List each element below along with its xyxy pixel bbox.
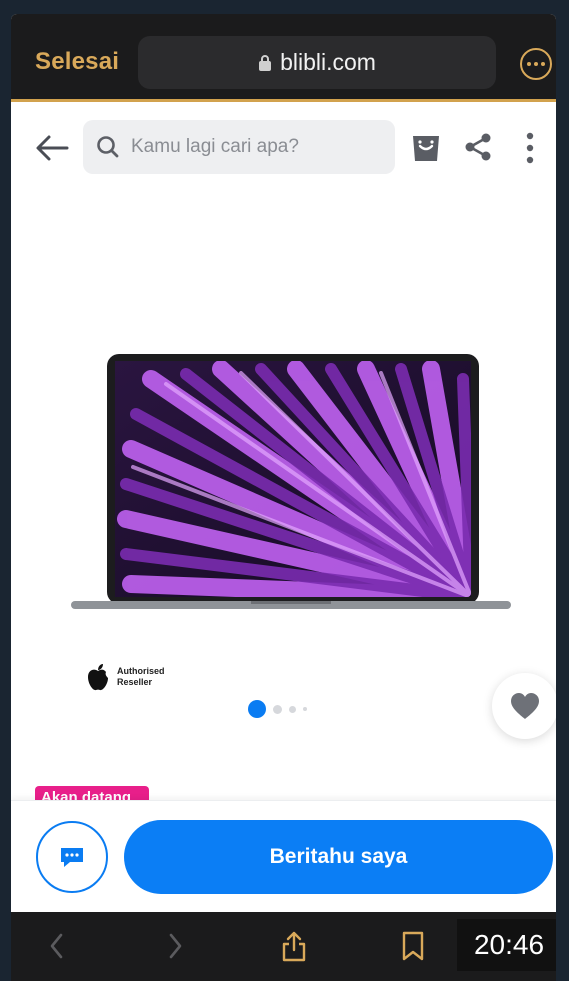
carousel-dot-active[interactable] [248, 700, 266, 718]
notify-me-button[interactable]: Beritahu saya [124, 820, 553, 894]
search-placeholder: Kamu lagi cari apa? [131, 136, 299, 157]
shopping-bag-icon[interactable] [410, 132, 442, 164]
reseller-line-2: Reseller [117, 677, 153, 687]
reseller-line-1: Authorised [117, 666, 165, 676]
carousel-dot[interactable] [303, 707, 307, 711]
share-sheet-icon[interactable] [279, 930, 309, 962]
share-icon[interactable] [463, 132, 493, 162]
browser-forward-icon[interactable] [165, 930, 185, 962]
more-vertical-icon[interactable] [525, 132, 535, 164]
heart-icon [511, 693, 539, 719]
more-options-icon[interactable] [520, 48, 552, 80]
chat-icon [61, 848, 83, 867]
product-image-laptop[interactable] [71, 339, 511, 609]
done-button[interactable]: Selesai [35, 48, 119, 76]
browser-back-icon[interactable] [47, 930, 67, 962]
url-text: blibli.com [280, 49, 376, 75]
browser-frame: Selesai blibli.com Kamu lagi cari apa? A… [11, 14, 556, 981]
url-bar[interactable]: blibli.com [138, 36, 496, 89]
bookmarks-icon[interactable] [400, 930, 426, 962]
apple-logo-icon [88, 664, 108, 691]
back-arrow-icon[interactable] [35, 133, 69, 163]
search-input[interactable]: Kamu lagi cari apa? [83, 120, 395, 174]
authorised-reseller-badge: Authorised Reseller [85, 662, 165, 692]
bottom-action-bar: Beritahu saya [11, 800, 556, 912]
reseller-text: Authorised Reseller [117, 666, 165, 688]
browser-top-bar: Selesai blibli.com [11, 14, 556, 102]
lock-icon [259, 54, 272, 71]
carousel-dot[interactable] [289, 705, 296, 713]
page-header: Kamu lagi cari apa? [11, 118, 556, 178]
wishlist-button[interactable] [492, 673, 556, 739]
chat-button[interactable] [36, 821, 108, 893]
carousel-dot[interactable] [273, 704, 282, 714]
browser-bottom-toolbar: 20:46 [11, 912, 556, 981]
time-overlay: 20:46 [457, 919, 556, 971]
search-icon [97, 136, 119, 158]
image-carousel-indicator [248, 700, 307, 718]
